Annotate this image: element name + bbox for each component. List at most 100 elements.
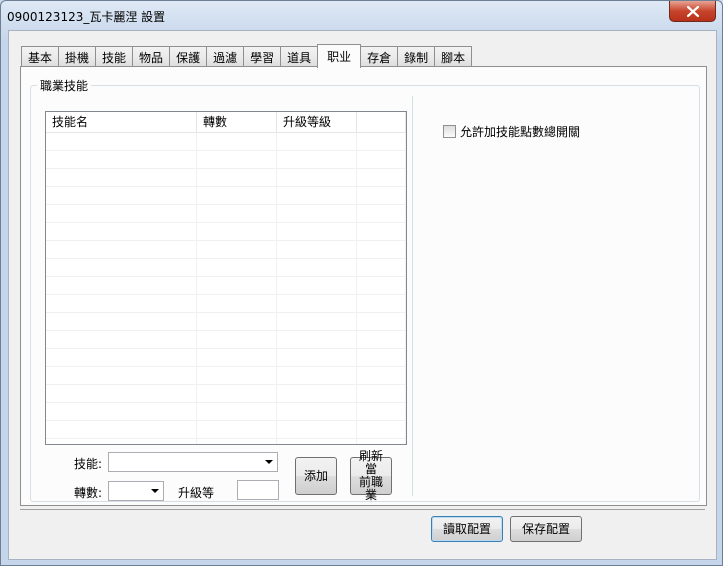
table-cell <box>277 313 357 330</box>
table-row[interactable] <box>46 349 406 367</box>
turn-label: 轉數: <box>74 486 103 500</box>
column-empty[interactable] <box>357 112 406 132</box>
chevron-down-icon <box>151 489 159 493</box>
table-cell <box>197 187 277 204</box>
table-cell <box>197 367 277 384</box>
table-cell <box>46 385 197 402</box>
column-skill-name[interactable]: 技能名 <box>46 112 197 132</box>
table-row[interactable] <box>46 205 406 223</box>
table-cell <box>197 151 277 168</box>
close-icon <box>686 5 699 17</box>
footer-separator <box>20 509 705 510</box>
level-label: 升級等 <box>178 486 215 500</box>
table-cell <box>357 151 406 168</box>
table-row[interactable] <box>46 385 406 403</box>
table-cell <box>277 385 357 402</box>
table-cell <box>197 295 277 312</box>
table-cell <box>357 241 406 258</box>
turn-combo[interactable] <box>108 481 164 501</box>
table-cell <box>197 439 277 444</box>
table-row[interactable] <box>46 439 406 444</box>
tab-5[interactable]: 保護 <box>169 46 208 67</box>
table-row[interactable] <box>46 169 406 187</box>
table-cell <box>357 259 406 276</box>
table-cell <box>277 223 357 240</box>
table-cell <box>277 151 357 168</box>
table-cell <box>197 133 277 150</box>
tab-3[interactable]: 技能 <box>95 46 134 67</box>
table-cell <box>357 403 406 420</box>
table-cell <box>277 439 357 444</box>
skill-combo[interactable] <box>108 452 278 472</box>
refresh-label-line2: 前職業 <box>358 475 383 502</box>
column-turn[interactable]: 轉數 <box>197 112 277 132</box>
table-row[interactable] <box>46 367 406 385</box>
level-input[interactable] <box>237 480 279 500</box>
table-cell <box>46 205 197 222</box>
dialog-body: 基本 掛機 技能 物品 保護 過濾 學習 道具 职业 存倉 錄制 腳本 職業技能 技能名 轉數 升級等… <box>8 30 717 560</box>
table-cell <box>46 259 197 276</box>
skill-list[interactable]: 技能名 轉數 升級等級 <box>45 111 407 445</box>
allow-skill-points-checkbox[interactable] <box>443 125 456 138</box>
tab-9[interactable]: 职业 <box>317 44 362 68</box>
table-cell <box>277 295 357 312</box>
read-config-button[interactable]: 讀取配置 <box>431 516 503 542</box>
table-row[interactable] <box>46 187 406 205</box>
window-title: 0900123123_瓦卡麗涅 設置 <box>7 10 166 24</box>
list-header: 技能名 轉數 升級等級 <box>46 112 406 133</box>
tab-strip: 基本 掛機 技能 物品 保護 過濾 學習 道具 职业 存倉 錄制 腳本 <box>21 44 473 68</box>
tab-11[interactable]: 錄制 <box>397 46 436 67</box>
column-upgrade-level[interactable]: 升級等級 <box>277 112 357 132</box>
table-row[interactable] <box>46 421 406 439</box>
title-bar[interactable]: 0900123123_瓦卡麗涅 設置 <box>1 1 722 29</box>
table-cell <box>46 151 197 168</box>
table-cell <box>197 223 277 240</box>
table-cell <box>357 439 406 444</box>
tab-10[interactable]: 存倉 <box>360 46 399 67</box>
table-row[interactable] <box>46 241 406 259</box>
table-cell <box>46 169 197 186</box>
group-title: 職業技能 <box>37 77 92 94</box>
table-cell <box>357 187 406 204</box>
tab-1[interactable]: 基本 <box>21 46 60 67</box>
table-row[interactable] <box>46 403 406 421</box>
tab-2[interactable]: 掛機 <box>58 46 97 67</box>
chevron-down-icon <box>265 460 273 464</box>
tab-12[interactable]: 腳本 <box>434 46 473 67</box>
close-button[interactable] <box>669 1 716 22</box>
table-row[interactable] <box>46 259 406 277</box>
table-row[interactable] <box>46 313 406 331</box>
table-row[interactable] <box>46 133 406 151</box>
table-cell <box>197 241 277 258</box>
table-cell <box>46 439 197 444</box>
table-cell <box>197 349 277 366</box>
table-cell <box>357 313 406 330</box>
table-cell <box>197 205 277 222</box>
table-cell <box>277 133 357 150</box>
table-row[interactable] <box>46 277 406 295</box>
table-cell <box>357 421 406 438</box>
table-row[interactable] <box>46 295 406 313</box>
table-cell <box>46 349 197 366</box>
table-cell <box>277 241 357 258</box>
table-cell <box>277 421 357 438</box>
table-row[interactable] <box>46 223 406 241</box>
table-cell <box>46 277 197 294</box>
table-cell <box>197 385 277 402</box>
tab-6[interactable]: 過濾 <box>206 46 245 67</box>
table-cell <box>357 277 406 294</box>
tab-8[interactable]: 道具 <box>280 46 319 67</box>
table-cell <box>277 205 357 222</box>
table-row[interactable] <box>46 331 406 349</box>
refresh-job-button[interactable]: 刷新當 前職業 <box>350 450 392 502</box>
allow-skill-points-option[interactable]: 允許加技能點數總開關 <box>443 123 580 140</box>
save-config-button[interactable]: 保存配置 <box>510 516 582 542</box>
tab-7[interactable]: 學習 <box>243 46 282 67</box>
add-button[interactable]: 添加 <box>295 457 337 495</box>
table-row[interactable] <box>46 151 406 169</box>
table-cell <box>46 331 197 348</box>
skill-label: 技能: <box>74 457 103 471</box>
tab-4[interactable]: 物品 <box>132 46 171 67</box>
table-cell <box>277 277 357 294</box>
table-cell <box>197 331 277 348</box>
